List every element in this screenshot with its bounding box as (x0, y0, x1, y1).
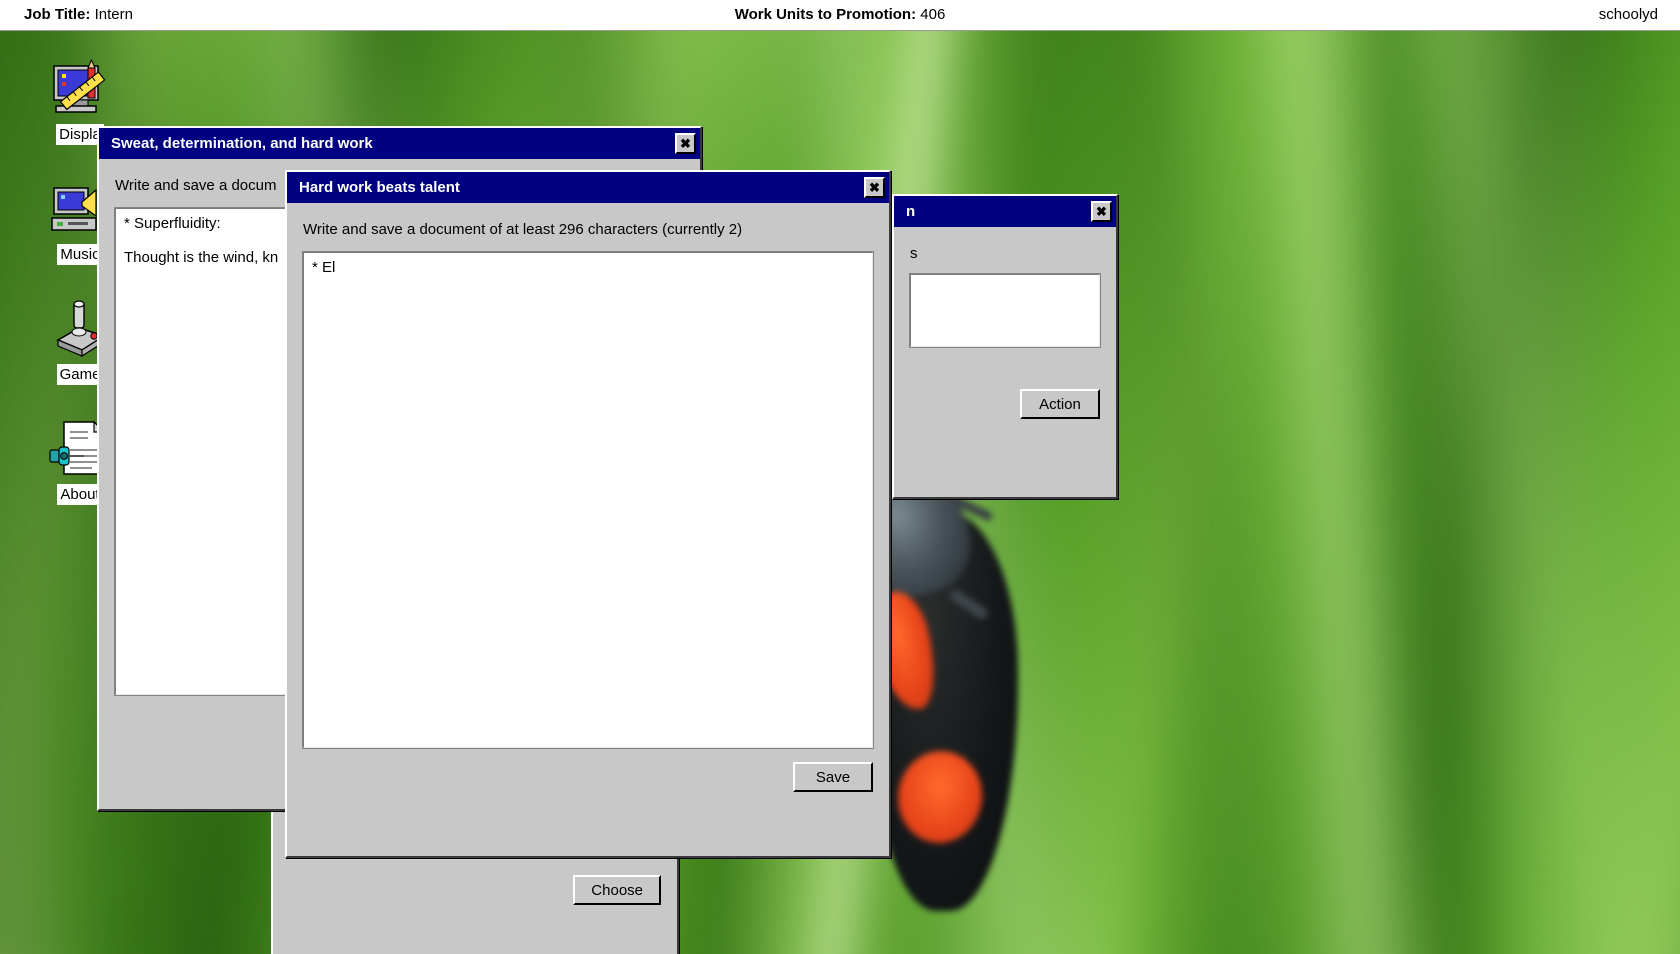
close-icon[interactable]: ✖ (675, 133, 696, 154)
window-action-textarea[interactable] (909, 273, 1101, 348)
window-hard-work[interactable]: Hard work beats talent ✖ Write and save … (285, 170, 891, 858)
window-sweat-title: Sweat, determination, and hard work (111, 135, 373, 152)
work-units-segment: Work Units to Promotion: 406 (0, 0, 1680, 30)
monitor-ruler-icon (48, 56, 112, 120)
save-button[interactable]: Save (793, 762, 873, 792)
status-bar: Job Title: Intern Work Units to Promotio… (0, 0, 1680, 31)
choose-button[interactable]: Choose (573, 875, 661, 905)
work-units-value: 406 (920, 6, 946, 23)
window-hard-work-body: Write and save a document of at least 29… (287, 203, 889, 749)
window-action-title: n (906, 203, 916, 220)
window-action-prompt: s (910, 245, 918, 262)
window-action-body: s (894, 227, 1116, 348)
window-hard-work-textarea[interactable]: * El (302, 251, 874, 749)
action-button[interactable]: Action (1020, 389, 1100, 419)
window-hard-work-footer: Save (287, 748, 889, 808)
work-units-label: Work Units to Promotion: (734, 6, 917, 23)
desktop-icon-music-label: Music (57, 244, 103, 265)
desktop-icon-about-label: About (57, 484, 103, 505)
close-icon[interactable]: ✖ (864, 177, 885, 198)
desktop: Displa Music Game About Choose Sweat, de… (0, 31, 1680, 954)
window-hard-work-title: Hard work beats talent (299, 179, 460, 196)
window-action-footer: Action (894, 347, 1116, 435)
window-sweat-titlebar[interactable]: Sweat, determination, and hard work ✖ (99, 128, 700, 159)
window-action[interactable]: n ✖ s Action (892, 194, 1118, 499)
window-hard-work-titlebar[interactable]: Hard work beats talent ✖ (287, 172, 889, 203)
close-icon[interactable]: ✖ (1091, 201, 1112, 222)
window-hard-work-prompt: Write and save a document of at least 29… (303, 221, 743, 238)
window-action-titlebar[interactable]: n ✖ (894, 196, 1116, 227)
username-label: schoolyd (1598, 6, 1658, 23)
